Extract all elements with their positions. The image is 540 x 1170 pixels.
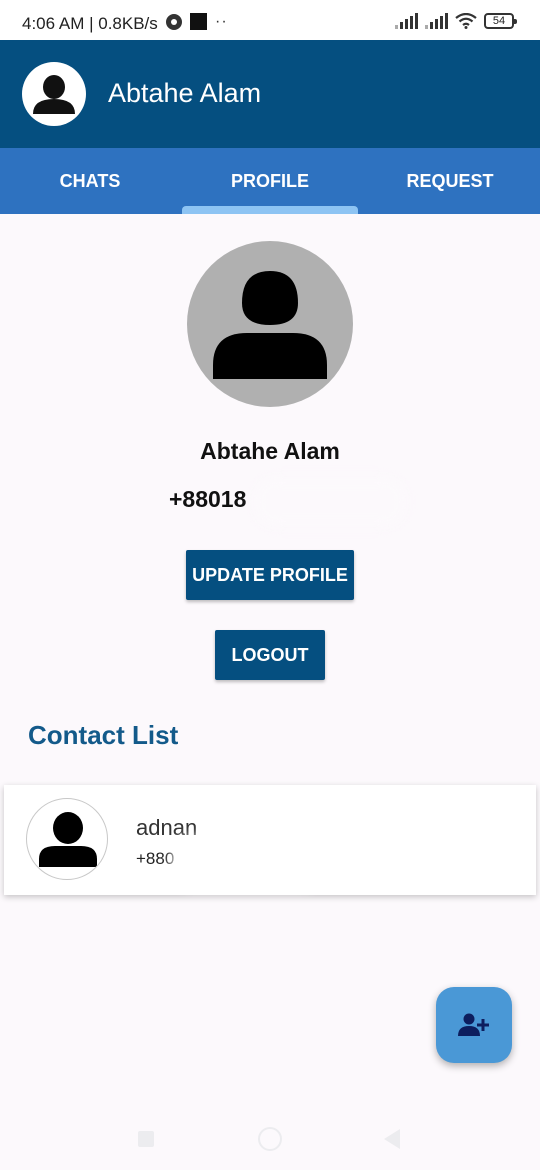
tab-indicator: [182, 206, 358, 214]
avatar[interactable]: [22, 62, 86, 126]
status-time: 4:06 AM | 0.8KB/s: [22, 14, 158, 33]
notification-square-icon: [190, 13, 207, 30]
redacted-blur: [172, 837, 322, 889]
battery-icon: 54: [484, 13, 517, 29]
contact-phone: +880: [136, 849, 175, 868]
add-contact-button[interactable]: [436, 987, 512, 1063]
tab-profile[interactable]: PROFILE: [180, 148, 360, 214]
back-icon[interactable]: [384, 1129, 400, 1149]
system-icons: 54: [395, 13, 517, 29]
update-profile-button[interactable]: UPDATE PROFILE: [186, 550, 354, 600]
signal-icon: [395, 13, 418, 29]
profile-phone: +88018: [169, 486, 247, 512]
wifi-icon: [455, 13, 477, 29]
recents-icon[interactable]: [138, 1131, 154, 1147]
redacted-blur: [255, 478, 405, 526]
more-notifications-icon: ··: [215, 12, 228, 30]
status-bar: 4:06 AM | 0.8KB/s ·· 54: [0, 0, 540, 40]
app-bar: Abtahe Alam: [0, 40, 540, 148]
contact-list-heading: Contact List: [28, 720, 179, 750]
avatar: [26, 798, 108, 880]
list-item[interactable]: adnan +880: [4, 785, 536, 895]
notification-icons: ··: [166, 13, 228, 30]
app-bar-title: Abtahe Alam: [108, 78, 262, 108]
tab-request[interactable]: REQUEST: [360, 148, 540, 214]
profile-name: Abtahe Alam: [200, 438, 340, 464]
profile-avatar[interactable]: [187, 241, 353, 407]
person-icon: [39, 812, 97, 867]
home-icon[interactable]: [258, 1127, 282, 1151]
person-icon: [213, 271, 327, 379]
system-navigation-bar: [0, 1110, 540, 1170]
tab-chats[interactable]: CHATS: [0, 148, 180, 214]
person-icon: [33, 75, 75, 114]
logout-button[interactable]: LOGOUT: [215, 630, 325, 680]
person-add-icon: [458, 1013, 489, 1036]
tab-bar: CHATS PROFILE REQUEST: [0, 148, 540, 214]
soccer-ball-icon: [166, 13, 182, 30]
signal-icon: [425, 13, 448, 29]
